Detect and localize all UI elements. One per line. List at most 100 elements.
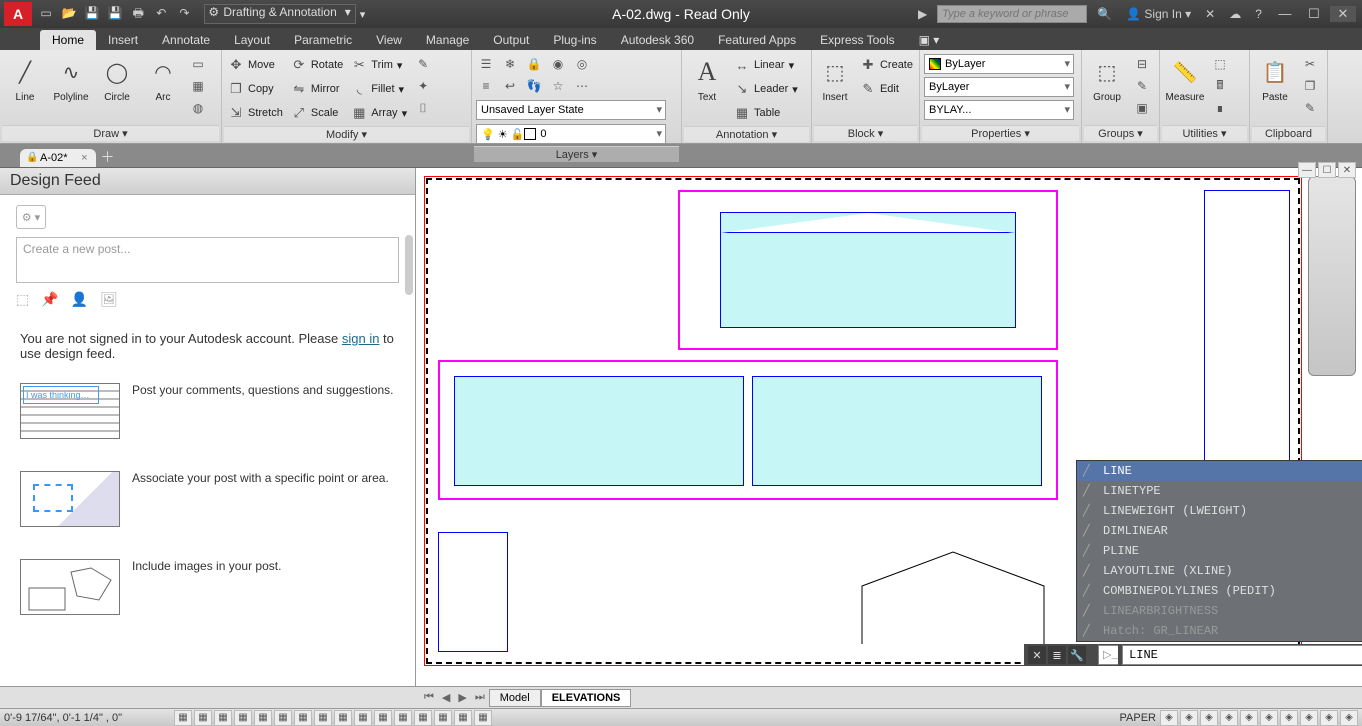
view-minimize-icon[interactable]: — <box>1298 162 1316 178</box>
linear-dim-button[interactable]: ↔Linear ▾ <box>732 54 800 76</box>
tpy-toggle-icon[interactable]: ▦ <box>394 710 412 726</box>
trim-button[interactable]: ✂Trim ▾ <box>349 54 409 76</box>
autocomplete-item[interactable]: ╱PLINE <box>1077 541 1362 561</box>
block-edit-button[interactable]: ✎Edit <box>858 78 915 100</box>
menu-tab-insert[interactable]: Insert <box>96 30 150 50</box>
paper-model-toggle[interactable]: PAPER <box>1120 712 1156 724</box>
layer-iso-icon[interactable]: ☰ <box>476 54 496 74</box>
array-button[interactable]: ▦Array ▾ <box>349 102 409 124</box>
layers-panel-title[interactable]: Layers ▾ <box>474 146 679 162</box>
ungroup-icon[interactable]: ⊟ <box>1132 54 1152 74</box>
autocomplete-item[interactable]: ╱LINEWEIGHT (LWEIGHT) <box>1077 501 1362 521</box>
saveas-icon[interactable]: 💾 <box>106 4 124 22</box>
3dosnap-toggle-icon[interactable]: ▦ <box>294 710 312 726</box>
obj-status-icon[interactable]: ◈ <box>1320 710 1338 726</box>
layer-off-icon[interactable]: ◉ <box>548 54 568 74</box>
table-button[interactable]: ▦Table <box>732 102 800 124</box>
hw-status-icon[interactable]: ◈ <box>1280 710 1298 726</box>
iso-status-icon[interactable]: ◈ <box>1300 710 1318 726</box>
cmd-settings-icon[interactable]: 🔧 <box>1068 646 1086 664</box>
layer-lock-icon[interactable]: 🔒 <box>524 54 544 74</box>
grid-toggle-icon[interactable]: ▦ <box>214 710 232 726</box>
scrollbar[interactable] <box>405 235 413 295</box>
grid-status-icon[interactable]: ◈ <box>1160 710 1178 726</box>
layer-prev-icon[interactable]: ↩ <box>500 76 520 96</box>
otrack-toggle-icon[interactable]: ▦ <box>314 710 332 726</box>
paste-button[interactable]: 📋Paste <box>1254 54 1296 103</box>
model-tab[interactable]: Model <box>489 689 541 707</box>
file-tab[interactable]: 🔒A-02*× <box>20 149 96 167</box>
layout-last-icon[interactable]: ⏭ <box>471 691 489 704</box>
layer-freeze-icon[interactable]: ❄ <box>500 54 520 74</box>
hatch-icon[interactable]: ▦ <box>188 76 208 96</box>
search-play-icon[interactable]: ▶ <box>914 7 931 21</box>
clean-status-icon[interactable]: ◈ <box>1340 710 1358 726</box>
menu-tab-layout[interactable]: Layout <box>222 30 282 50</box>
match-icon[interactable]: ✎ <box>1300 98 1320 118</box>
linetype-selector[interactable]: BYLAY... <box>924 100 1074 120</box>
color-selector[interactable]: ByLayer <box>924 54 1074 74</box>
app-menu-button[interactable]: A <box>4 2 32 26</box>
layer-on-icon[interactable]: ◎ <box>572 54 592 74</box>
mention-tool-icon[interactable]: 👤 <box>71 291 88 308</box>
menu-tab-express-tools[interactable]: Express Tools <box>808 30 906 50</box>
point-icon[interactable]: ∎ <box>1210 98 1230 118</box>
save-icon[interactable]: 💾 <box>83 4 101 22</box>
properties-panel-title[interactable]: Properties ▾ <box>922 125 1079 141</box>
navigation-bar[interactable] <box>1308 176 1356 376</box>
autocomplete-item[interactable]: ╱LINETYPE <box>1077 481 1362 501</box>
dyn-toggle-icon[interactable]: ▦ <box>354 710 372 726</box>
copy-clip-icon[interactable]: ❐ <box>1300 76 1320 96</box>
elevations-tab[interactable]: ELEVATIONS <box>541 689 632 707</box>
drawing-canvas[interactable]: A-02 ?🌐 ╱LINE╱LINETYPE╱LINEWEIGHT (LWEIG… <box>416 168 1362 686</box>
menu-tab-plug-ins[interactable]: Plug-ins <box>541 30 608 50</box>
polar-toggle-icon[interactable]: ▦ <box>254 710 272 726</box>
create-post-input[interactable]: Create a new post... <box>16 237 399 283</box>
plot-icon[interactable]: 🖶 <box>129 6 147 24</box>
layout-prev-icon[interactable]: ◀ <box>438 691 454 704</box>
clipboard-panel-title[interactable]: Clipboard <box>1252 126 1325 141</box>
groups-panel-title[interactable]: Groups ▾ <box>1084 125 1157 141</box>
autocomplete-item[interactable]: ╱LAYOUTLINE (XLINE) <box>1077 561 1362 581</box>
snap-status-icon[interactable]: ◈ <box>1180 710 1198 726</box>
ellipse-icon[interactable]: ◍ <box>188 98 208 118</box>
autocomplete-item[interactable]: ╱LINE <box>1077 461 1362 481</box>
scale-button[interactable]: ⤢Scale <box>289 102 345 124</box>
view-maximize-icon[interactable]: ☐ <box>1318 162 1336 178</box>
arc-button[interactable]: ◠Arc <box>142 54 184 103</box>
block-panel-title[interactable]: Block ▾ <box>814 125 917 141</box>
offset-icon[interactable]: ⌷ <box>413 98 433 118</box>
layer-more-icon[interactable]: ⋯ <box>572 76 592 96</box>
fillet-button[interactable]: ◟Fillet ▾ <box>349 78 409 100</box>
signin-link[interactable]: sign in <box>342 331 380 346</box>
menu-tab-featured-apps[interactable]: Featured Apps <box>706 30 808 50</box>
ws-status-icon[interactable]: ◈ <box>1240 710 1258 726</box>
view-close-icon[interactable]: ✕ <box>1338 162 1356 178</box>
modify-panel-title[interactable]: Modify ▾ <box>224 126 469 142</box>
redo-icon[interactable]: ↷ <box>175 4 193 22</box>
select-icon[interactable]: ⬚ <box>1210 54 1230 74</box>
menu-tab-view[interactable]: View <box>364 30 414 50</box>
polyline-button[interactable]: ∿Polyline <box>50 54 92 103</box>
utilities-panel-title[interactable]: Utilities ▾ <box>1162 125 1247 141</box>
search-input[interactable] <box>937 5 1087 23</box>
layout-next-icon[interactable]: ▶ <box>454 691 470 704</box>
group-button[interactable]: ⬚Group <box>1086 54 1128 103</box>
close-tab-icon[interactable]: × <box>81 152 87 164</box>
lock-status-icon[interactable]: ◈ <box>1260 710 1278 726</box>
leader-button[interactable]: ↘Leader ▾ <box>732 78 800 100</box>
stretch-button[interactable]: ⇲Stretch <box>226 102 285 124</box>
menu-tab-parametric[interactable]: Parametric <box>282 30 364 50</box>
design-feed-settings-button[interactable]: ⚙ ▾ <box>16 205 46 229</box>
autocomplete-item[interactable]: ╱COMBINEPOLYLINES (PEDIT) <box>1077 581 1362 601</box>
annoscale-status-icon[interactable]: ◈ <box>1200 710 1218 726</box>
help-icon[interactable]: ? <box>1251 7 1266 21</box>
autocomplete-item[interactable]: ╱LINEARBRIGHTNESS <box>1077 601 1362 621</box>
new-tab-button[interactable]: ＋ <box>96 147 120 167</box>
lineweight-selector[interactable]: ByLayer <box>924 77 1074 97</box>
workspace-selector[interactable]: Drafting & Annotation <box>204 4 355 24</box>
quickcalc-icon[interactable]: 🖩 <box>1210 76 1230 96</box>
cmd-recent-icon[interactable]: ≣ <box>1048 646 1066 664</box>
menu-tab-manage[interactable]: Manage <box>414 30 481 50</box>
menu-tab-home[interactable]: Home <box>40 30 96 50</box>
